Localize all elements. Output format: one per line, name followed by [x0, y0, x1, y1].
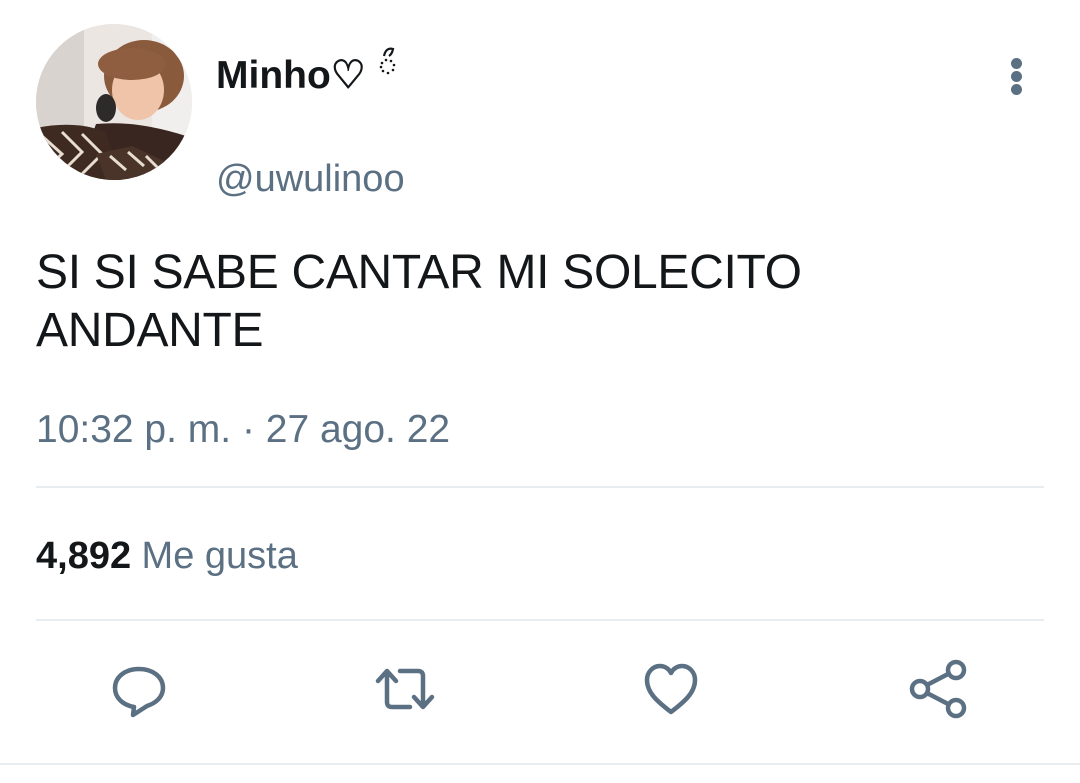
retweet-icon	[375, 668, 435, 710]
divider	[36, 486, 1044, 488]
avatar-photo	[36, 24, 192, 180]
sparkle-emoji-icon	[379, 47, 396, 75]
share-button[interactable]	[907, 658, 969, 720]
reply-icon	[112, 666, 166, 718]
author-handle[interactable]: @uwulinoo	[216, 156, 405, 202]
avatar[interactable]	[36, 24, 192, 180]
tweet-text: SI SI SABE CANTAR MI SOLECITO ANDANTE	[36, 246, 802, 357]
author-display-name[interactable]: Minho♡	[216, 52, 366, 100]
share-icon	[909, 659, 967, 719]
divider	[36, 619, 1044, 621]
divider	[0, 763, 1080, 765]
like-icon	[644, 663, 698, 715]
tweet-timestamp[interactable]: 10:32 p. m. · 27 ago. 22	[36, 406, 450, 454]
like-button[interactable]	[640, 658, 702, 720]
tweet-detail: Minho♡ @uwulinoo SI SI SABE CANTAR MI SO…	[0, 0, 1080, 783]
likes-label: Me gusta	[141, 535, 298, 577]
likes-count: 4,892	[36, 535, 132, 577]
likes-stat[interactable]: 4,892 Me gusta	[36, 532, 298, 588]
reply-button[interactable]	[108, 658, 170, 720]
retweet-button[interactable]	[374, 658, 436, 720]
more-options-icon[interactable]	[1000, 52, 1034, 100]
